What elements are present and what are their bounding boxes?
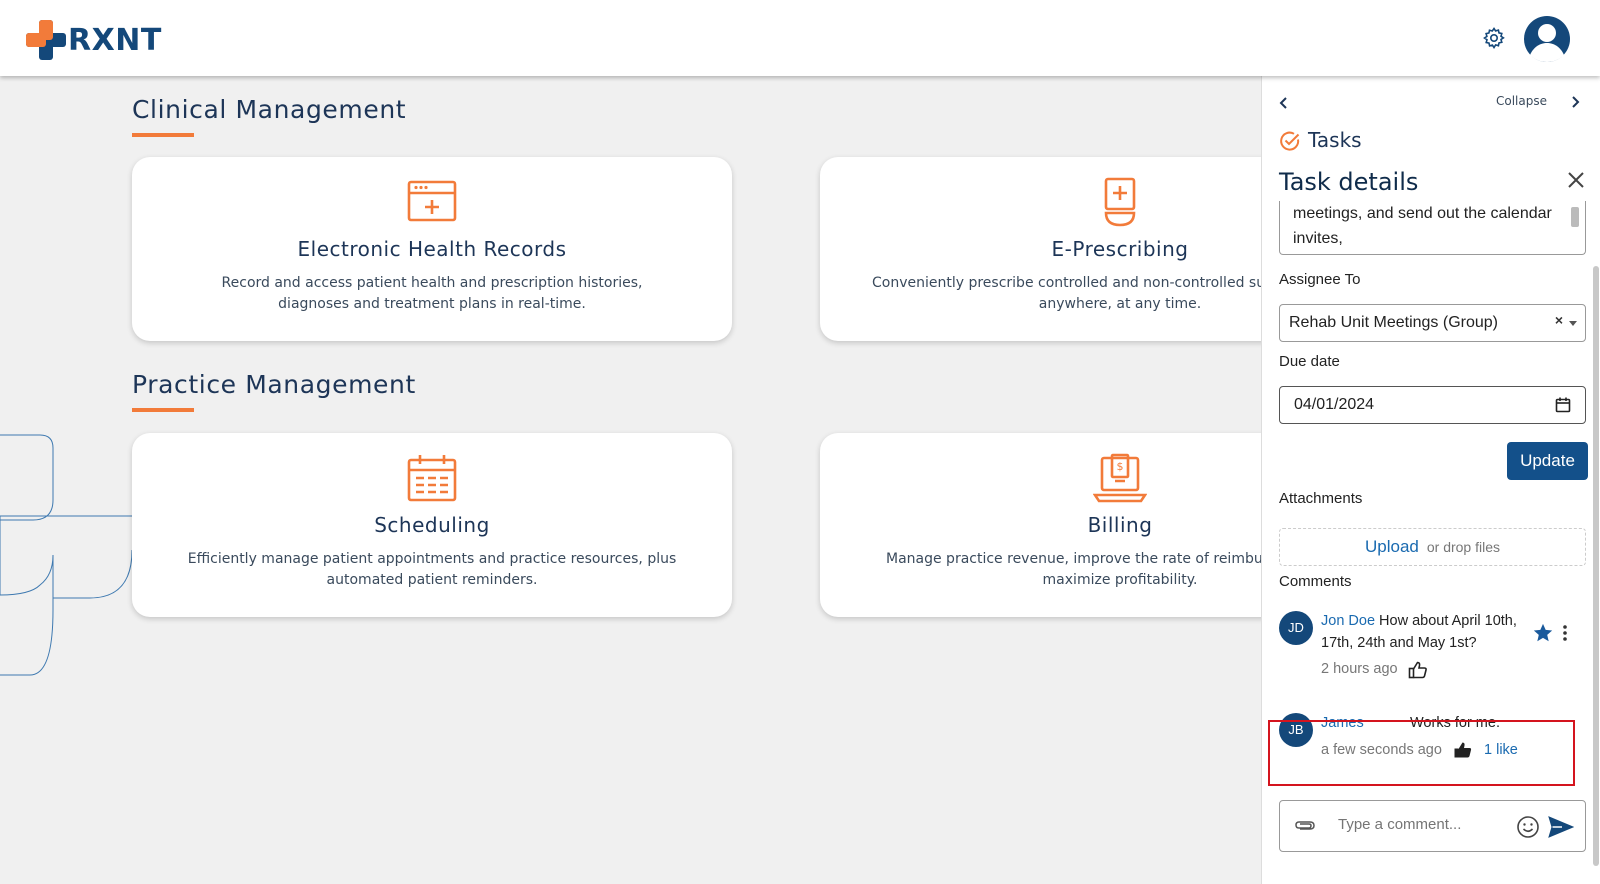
prescription-bottle-icon [1104, 177, 1136, 227]
section-underline [132, 408, 194, 412]
upload-dropzone[interactable]: Upload or drop files [1279, 528, 1586, 566]
comment-text: Jon Doe How about April 10th, [1321, 610, 1517, 632]
comment-text-line: 17th, 24th and May 1st? [1321, 635, 1477, 651]
card-scheduling[interactable]: Scheduling Efficiently manage patient ap… [132, 433, 732, 617]
clear-icon[interactable]: × [1555, 312, 1563, 328]
paperclip-icon[interactable] [1294, 817, 1316, 835]
due-date-label: Due date [1279, 353, 1340, 370]
chevron-right-icon[interactable] [1569, 93, 1581, 114]
comment-composer [1279, 800, 1586, 852]
attachments-label: Attachments [1279, 490, 1363, 507]
task-description-textarea[interactable]: meetings, and send out the calendar invi… [1279, 201, 1586, 255]
update-button[interactable]: Update [1507, 442, 1588, 480]
textarea-scrollbar[interactable] [1571, 207, 1579, 227]
billing-laptop-icon: $ [1093, 453, 1147, 503]
card-description: Efficiently manage patient appointments … [187, 551, 677, 588]
assignee-select[interactable]: Rehab Unit Meetings (Group) × [1279, 304, 1586, 342]
task-description-text: meetings, and send out the calendar invi… [1293, 205, 1552, 247]
comment-timestamp: 2 hours ago [1321, 661, 1398, 677]
close-icon[interactable] [1567, 170, 1585, 195]
logo-text: RXNT [68, 22, 162, 58]
card-electronic-health-records[interactable]: Electronic Health Records Record and acc… [132, 157, 732, 341]
comment-text-line: How about April 10th, [1379, 613, 1517, 629]
send-icon[interactable] [1548, 815, 1574, 839]
highlight-box [1268, 720, 1575, 786]
panel-scrollbar[interactable] [1593, 266, 1599, 866]
chevron-down-icon[interactable] [1569, 321, 1577, 326]
assignee-value: Rehab Unit Meetings (Group) [1289, 314, 1498, 331]
upload-hint: or drop files [1426, 539, 1501, 555]
due-date-value: 04/01/2024 [1294, 396, 1375, 413]
svg-text:$: $ [1117, 460, 1124, 473]
star-icon[interactable] [1532, 622, 1554, 644]
collapse-link[interactable]: Collapse [1496, 94, 1547, 108]
assignee-label: Assignee To [1279, 271, 1361, 288]
ehr-calendar-plus-icon [407, 180, 457, 222]
due-date-input[interactable]: 04/01/2024 [1279, 386, 1586, 424]
avatar[interactable]: JD [1279, 611, 1313, 645]
rxnt-logo[interactable]: RXNT [26, 20, 162, 60]
comments-label: Comments [1279, 573, 1352, 590]
calendar-icon[interactable] [1555, 397, 1571, 413]
task-details-title: Task details [1279, 168, 1419, 196]
calendar-icon [407, 455, 457, 502]
thumbs-up-outline-icon[interactable] [1408, 660, 1428, 680]
logo-cross-icon [26, 20, 66, 60]
comment-input[interactable] [1338, 816, 1498, 833]
card-description: Record and access patient health and pre… [221, 275, 643, 312]
section-title-practice: Practice Management [132, 370, 416, 399]
upload-link[interactable]: Upload [1365, 537, 1419, 556]
gear-icon[interactable] [1482, 26, 1506, 50]
more-options-icon[interactable] [1562, 624, 1568, 642]
emoji-icon[interactable] [1516, 815, 1540, 839]
user-avatar-icon[interactable] [1523, 15, 1571, 63]
chevron-left-icon[interactable] [1278, 94, 1290, 115]
tasks-heading: Tasks [1308, 128, 1362, 152]
card-title: Scheduling [374, 513, 490, 537]
top-header: RXNT [0, 0, 1600, 76]
comment-author[interactable]: Jon Doe [1321, 613, 1375, 629]
check-circle-icon [1280, 131, 1300, 151]
decorative-cross-outline [0, 434, 133, 676]
section-underline [132, 133, 194, 137]
section-title-clinical: Clinical Management [132, 95, 407, 124]
card-title: Electronic Health Records [297, 237, 567, 261]
